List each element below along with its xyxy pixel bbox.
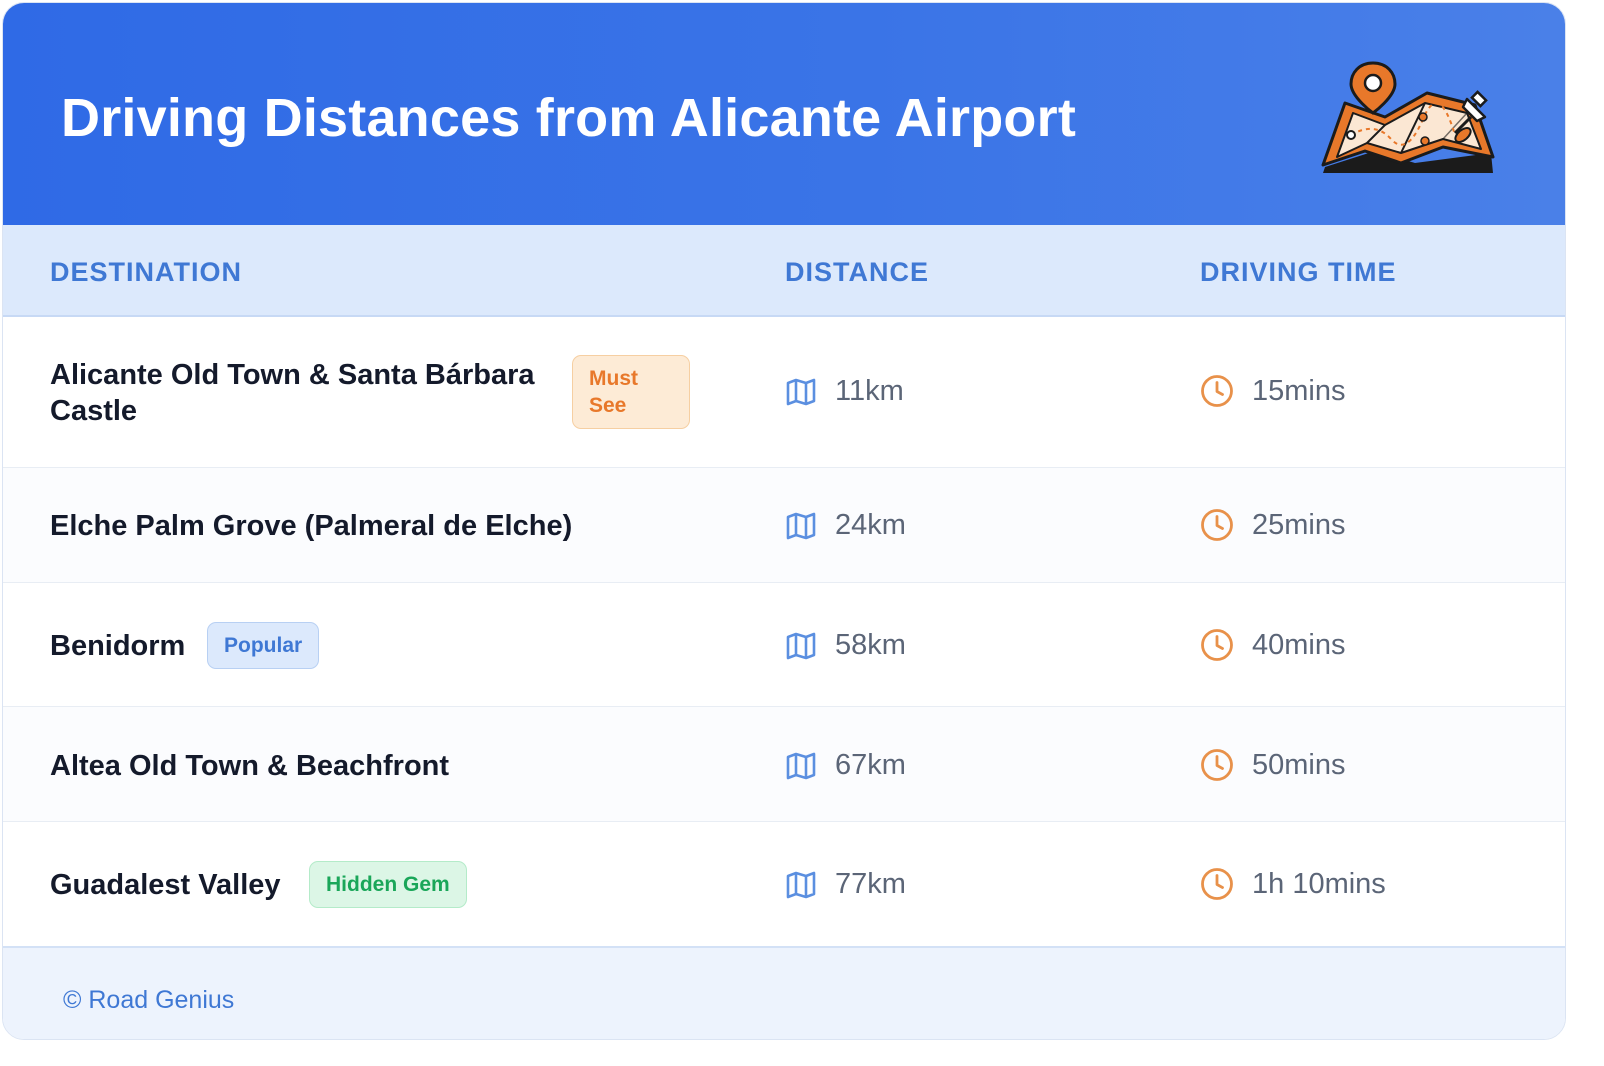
destination-name: Guadalest Valley — [50, 869, 281, 901]
map-icon — [786, 512, 816, 539]
column-header-destination: DESTINATION — [50, 257, 242, 287]
header-banner: Driving Distances from Alicante Airport — [3, 3, 1565, 225]
destination-name: Alicante Old Town & Santa Bárbara Castle — [50, 359, 535, 427]
distance-table-card: Driving Distances from Alicante Airport — [2, 2, 1566, 1040]
destination-name: Altea Old Town & Beachfront — [50, 750, 450, 782]
map-pin-illustration-icon — [1321, 61, 1495, 173]
map-icon — [786, 378, 816, 405]
distance-cell: 67km — [785, 749, 906, 782]
time-cell: 1h 10mins — [1200, 867, 1386, 901]
distance-value: 77km — [835, 868, 906, 900]
column-header-distance: DISTANCE — [785, 257, 930, 287]
table-row: Alicante Old Town & Santa Bárbara Castle… — [3, 317, 1565, 468]
table-row: Altea Old Town & Beachfront 67km 50mins — [3, 707, 1565, 822]
distance-cell: 24km — [785, 509, 906, 542]
must-see-badge: Must See — [572, 355, 690, 429]
time-value: 40mins — [1252, 628, 1346, 661]
clock-icon — [1201, 868, 1233, 900]
time-value: 50mins — [1252, 748, 1346, 781]
table-row: Elche Palm Grove (Palmeral de Elche) 24k… — [3, 468, 1565, 583]
hidden-gem-badge: Hidden Gem — [309, 861, 467, 908]
table-row: Benidorm Popular 58km 40mins — [3, 583, 1565, 707]
distance-cell: 77km — [785, 868, 906, 901]
distance-value: 58km — [835, 629, 906, 661]
time-cell: 25mins — [1200, 508, 1346, 542]
table-header: DESTINATION DISTANCE DRIVING TIME — [3, 225, 1565, 317]
table-row: Guadalest Valley Hidden Gem 77km 1h 10mi… — [3, 822, 1565, 946]
clock-icon — [1201, 375, 1233, 407]
map-icon — [786, 752, 816, 779]
destination-name: Elche Palm Grove (Palmeral de Elche) — [50, 510, 573, 542]
distance-cell: 58km — [785, 629, 906, 662]
map-icon — [786, 632, 816, 659]
distance-value: 67km — [835, 749, 906, 781]
map-icon — [786, 871, 816, 898]
time-cell: 50mins — [1200, 748, 1346, 782]
page-title: Driving Distances from Alicante Airport — [61, 88, 1077, 148]
destination-name: Benidorm — [50, 630, 186, 662]
clock-icon — [1201, 509, 1233, 541]
clock-icon — [1201, 749, 1233, 781]
footer: © Road Genius — [3, 946, 1565, 1039]
time-value: 15mins — [1252, 374, 1346, 407]
distance-value: 11km — [835, 375, 904, 407]
clock-icon — [1201, 629, 1233, 661]
popular-badge: Popular — [207, 622, 320, 669]
time-cell: 15mins — [1200, 374, 1346, 408]
column-header-driving-time: DRIVING TIME — [1200, 257, 1397, 287]
time-cell: 40mins — [1200, 628, 1346, 662]
time-value: 25mins — [1252, 508, 1346, 541]
copyright-credit: © Road Genius — [63, 986, 235, 1014]
time-value: 1h 10mins — [1252, 867, 1386, 900]
distance-cell: 11km — [785, 375, 904, 408]
distance-value: 24km — [835, 509, 906, 541]
